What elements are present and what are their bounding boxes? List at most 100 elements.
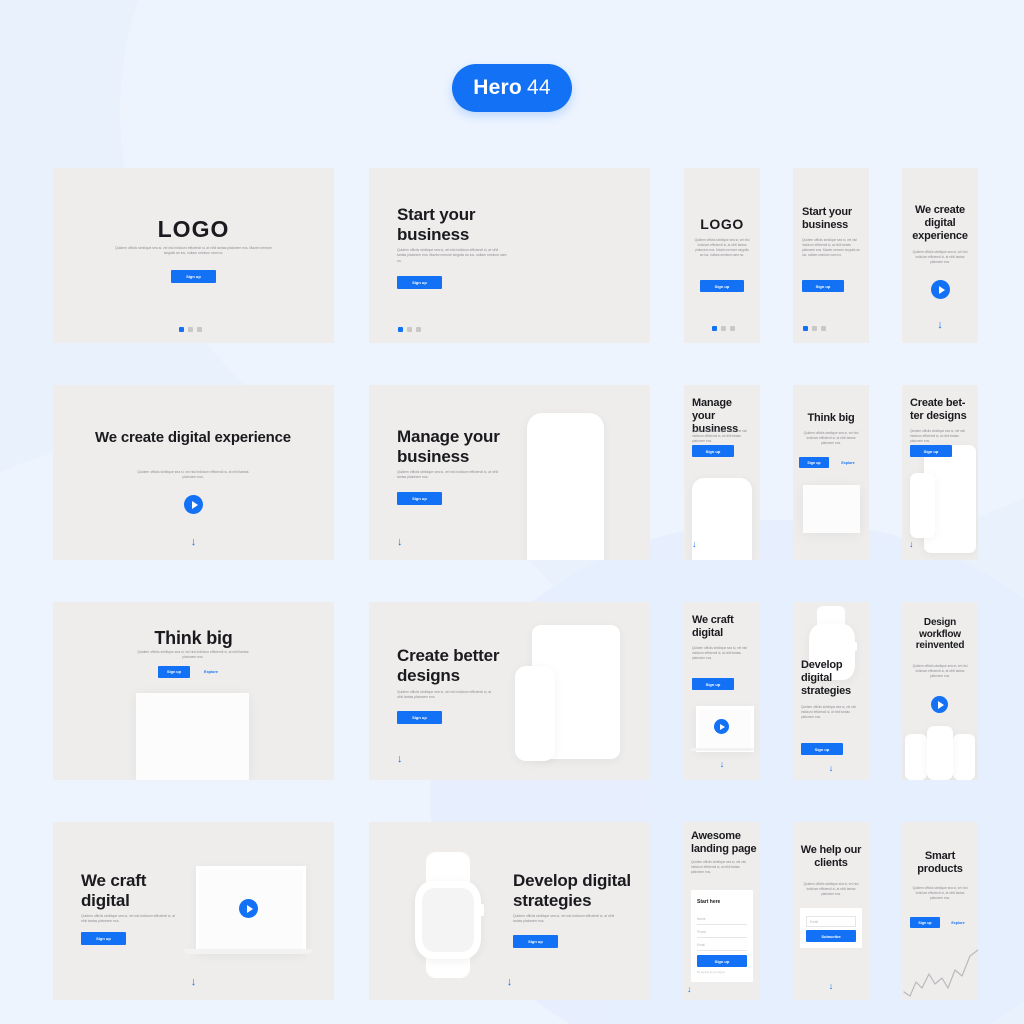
scroll-down-arrow[interactable]: ↓: [687, 985, 692, 994]
carousel-dot[interactable]: [730, 326, 735, 331]
phone-mockup-center: [927, 726, 953, 780]
play-icon: [191, 500, 198, 509]
carousel-dots[interactable]: [712, 326, 735, 331]
card-title: Start your business: [397, 205, 476, 244]
carousel-dot[interactable]: [812, 326, 817, 331]
explore-button[interactable]: Explore: [944, 917, 972, 928]
play-button-circle[interactable]: [714, 719, 729, 734]
signup-button[interactable]: Sign up: [171, 270, 216, 283]
signup-button[interactable]: Sign up: [802, 280, 844, 292]
hero-card-manage-your-business[interactable]: Manage your business Quidem officiis sim…: [369, 385, 650, 560]
scroll-down-arrow[interactable]: ↓: [692, 540, 697, 549]
subscribe-form[interactable]: Email Subscribe: [800, 908, 862, 948]
scroll-down-arrow[interactable]: ↓: [397, 754, 403, 765]
card-title: Develop digital strategies: [801, 659, 851, 697]
card-title: LOGO: [157, 216, 230, 242]
hero-card-think-big[interactable]: Think big Quidem officiis similique sea …: [53, 602, 334, 780]
signup-button[interactable]: Sign up: [697, 955, 747, 967]
signup-button[interactable]: Sign up: [692, 678, 734, 690]
hero-card-create-better-designs[interactable]: Create better designs Quidem officiis si…: [369, 602, 650, 780]
carousel-dot[interactable]: [416, 327, 421, 332]
explore-button[interactable]: Explore: [195, 666, 227, 678]
hero-card-start-your-business[interactable]: Start your business Quidem officiis simi…: [369, 168, 650, 343]
mobile-card-develop-digital-strategies[interactable]: Develop digital strategies Quidem offici…: [793, 602, 869, 780]
badge-name: Hero: [473, 76, 522, 99]
signup-button[interactable]: Sign up: [397, 711, 442, 724]
scroll-down-arrow[interactable]: ↓: [793, 982, 869, 991]
screen-mockup: [136, 693, 249, 780]
carousel-dots[interactable]: [179, 327, 202, 332]
mobile-card-think-big[interactable]: Think big Quidem officiis similique sea …: [793, 385, 869, 560]
signup-button[interactable]: Sign up: [700, 280, 744, 292]
signup-button[interactable]: Sign up: [910, 445, 952, 457]
signup-button[interactable]: Sign up: [910, 917, 940, 928]
card-title: Start your business: [802, 206, 852, 231]
carousel-dot[interactable]: [821, 326, 826, 331]
name-field[interactable]: Name: [697, 913, 747, 925]
carousel-dot-active[interactable]: [803, 326, 808, 331]
mobile-card-we-craft-digital[interactable]: We craft digital Quidem officiis similiq…: [684, 602, 760, 780]
mobile-card-design-workflow-reinvented[interactable]: Design workflow reinvented Quidem offici…: [902, 602, 978, 780]
card-title: Create bet-ter designs: [910, 397, 967, 422]
signup-form[interactable]: Start here Name Phone Email Sign up By s…: [691, 890, 753, 982]
signup-button[interactable]: Sign up: [692, 445, 734, 457]
phone-field[interactable]: Phone: [697, 926, 747, 938]
play-button-circle[interactable]: [239, 899, 258, 918]
carousel-dot[interactable]: [407, 327, 412, 332]
mobile-card-create-better-designs[interactable]: Create bet-ter designs Quidem officiis s…: [902, 385, 978, 560]
mobile-card-we-help-our-clients[interactable]: We help our clients Quidem officiis simi…: [793, 822, 869, 1000]
signup-button[interactable]: Sign up: [513, 935, 558, 948]
signup-button[interactable]: Sign up: [799, 457, 829, 468]
mobile-card-logo[interactable]: LOGO Quidem officiis similique sea si, v…: [684, 168, 760, 343]
badge-number: 44: [526, 76, 551, 99]
carousel-dot[interactable]: [188, 327, 193, 332]
email-field[interactable]: Email: [697, 939, 747, 951]
hero-card-we-create-digital-experience[interactable]: We create digital experience Quidem offi…: [53, 385, 334, 560]
card-body: Quidem officiis similique sea si, vel ni…: [81, 914, 176, 924]
card-title: Develop digital strategies: [513, 871, 631, 910]
carousel-dots[interactable]: [803, 326, 826, 331]
scroll-down-arrow[interactable]: ↓: [902, 320, 978, 331]
watch-screen: [422, 888, 474, 952]
laptop-base: [690, 748, 754, 751]
scroll-down-arrow[interactable]: ↓: [369, 977, 650, 988]
play-button-circle[interactable]: [184, 495, 203, 514]
play-button-circle[interactable]: [931, 280, 950, 299]
scroll-down-arrow[interactable]: ↓: [53, 977, 334, 988]
card-body: Quidem officiis similique sea si, vel ni…: [513, 914, 615, 924]
mobile-card-we-create-digital-experience[interactable]: We create digital experience Quidem offi…: [902, 168, 978, 343]
signup-button[interactable]: Sign up: [81, 932, 126, 945]
carousel-dot-active[interactable]: [712, 326, 717, 331]
signup-button[interactable]: Sign up: [801, 743, 843, 755]
hero-card-logo[interactable]: LOGO Quidem officiis similique sea si, v…: [53, 168, 334, 343]
explore-button[interactable]: Explore: [833, 457, 863, 468]
carousel-dot[interactable]: [197, 327, 202, 332]
scroll-down-arrow[interactable]: ↓: [53, 537, 334, 548]
subscribe-button[interactable]: Subscribe: [806, 930, 856, 942]
card-body: Quidem officiis similique sea si, vel ni…: [912, 886, 968, 900]
carousel-dots[interactable]: [398, 327, 421, 332]
hero-card-we-craft-digital[interactable]: We craft digital Quidem officiis similiq…: [53, 822, 334, 1000]
carousel-dot-active[interactable]: [179, 327, 184, 332]
signup-button[interactable]: Sign up: [397, 276, 442, 289]
play-button-circle[interactable]: [931, 696, 948, 713]
card-body: Quidem officiis similique sea si, vel ni…: [803, 431, 859, 445]
carousel-dot[interactable]: [721, 326, 726, 331]
phone-mockup: [527, 413, 604, 560]
form-title: Start here: [697, 899, 721, 905]
mobile-card-awesome-landing-page[interactable]: Awesome landing page Quidem officiis sim…: [684, 822, 760, 1000]
signup-button[interactable]: Sign up: [158, 666, 190, 678]
scroll-down-arrow[interactable]: ↓: [909, 540, 914, 549]
mobile-card-start-your-business[interactable]: Start your business Quidem officiis simi…: [793, 168, 869, 343]
mobile-card-smart-products[interactable]: Smart products Quidem officiis similique…: [902, 822, 978, 1000]
mobile-card-manage-your-business[interactable]: Manage your business Quidem officiis sim…: [684, 385, 760, 560]
hero-card-develop-digital-strategies[interactable]: Develop digital strategies Quidem offici…: [369, 822, 650, 1000]
signup-button[interactable]: Sign up: [397, 492, 442, 505]
scroll-down-arrow[interactable]: ↓: [684, 760, 760, 769]
scroll-down-arrow[interactable]: ↓: [397, 537, 403, 548]
email-field[interactable]: Email: [806, 916, 856, 927]
card-body: Quidem officiis similique sea si, vel ni…: [912, 250, 968, 264]
scroll-down-arrow[interactable]: ↓: [793, 764, 869, 773]
carousel-dot-active[interactable]: [398, 327, 403, 332]
card-title: Manage your business: [397, 427, 500, 466]
